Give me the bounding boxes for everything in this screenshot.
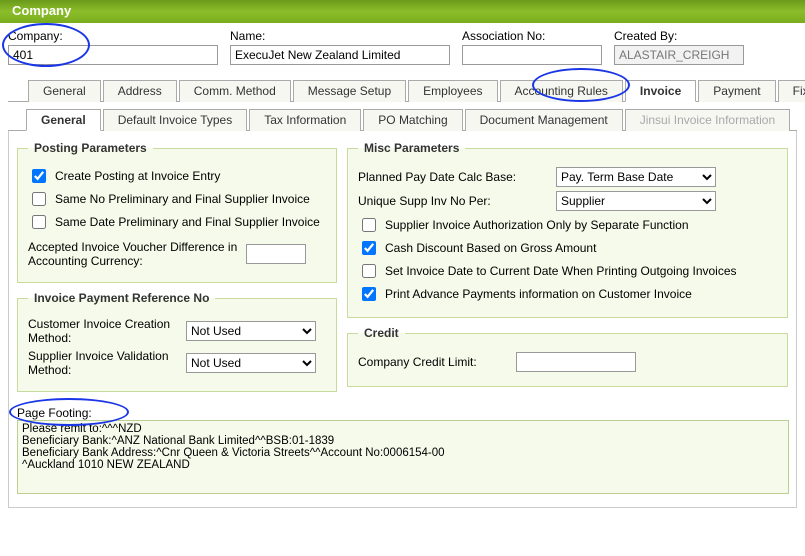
lbl-advance: Print Advance Payments information on Cu… (385, 287, 692, 301)
posting-parameters-legend: Posting Parameters (28, 141, 153, 155)
tab-fixed-assets[interactable]: Fixed Assets (778, 80, 805, 102)
lbl-cust-method: Customer Invoice Creation Method: (28, 317, 178, 345)
subtab-jinsui: Jinsui Invoice Information (625, 109, 790, 131)
name-label: Name: (230, 29, 450, 43)
tab-employees[interactable]: Employees (408, 80, 497, 102)
input-accepted-diff[interactable] (246, 244, 306, 264)
invoice-ref-group: Invoice Payment Reference No Customer In… (17, 291, 337, 392)
chk-auth[interactable] (362, 218, 376, 232)
chk-same-no[interactable] (32, 192, 46, 206)
lbl-same-date: Same Date Preliminary and Final Supplier… (55, 215, 320, 229)
created-by-label: Created By: (614, 29, 744, 43)
invoice-general-panel: Posting Parameters Create Posting at Inv… (8, 131, 797, 508)
select-planned-base[interactable]: Pay. Term Base Date (556, 167, 716, 187)
association-input[interactable] (462, 45, 602, 65)
tab-general[interactable]: General (28, 80, 101, 102)
chk-advance[interactable] (362, 287, 376, 301)
sub-tabstrip: General Default Invoice Types Tax Inform… (8, 108, 797, 131)
lbl-setdate: Set Invoice Date to Current Date When Pr… (385, 264, 737, 278)
tab-invoice[interactable]: Invoice (625, 80, 696, 102)
chk-cash[interactable] (362, 241, 376, 255)
chk-create-posting[interactable] (32, 169, 46, 183)
lbl-credit-limit: Company Credit Limit: (358, 355, 508, 369)
tab-accounting-rules[interactable]: Accounting Rules (500, 80, 623, 102)
lbl-cash: Cash Discount Based on Gross Amount (385, 241, 596, 255)
tab-comm-method[interactable]: Comm. Method (179, 80, 291, 102)
posting-parameters-group: Posting Parameters Create Posting at Inv… (17, 141, 337, 283)
subtab-po-matching[interactable]: PO Matching (363, 109, 462, 131)
select-cust-method[interactable]: Not Used (186, 321, 316, 341)
lbl-accepted-diff: Accepted Invoice Voucher Difference in A… (28, 240, 238, 268)
select-unique-per[interactable]: Supplier (556, 191, 716, 211)
page-footing-textarea[interactable] (17, 420, 789, 494)
window-title: Company (0, 0, 805, 23)
association-label: Association No: (462, 29, 602, 43)
company-label: Company: (8, 29, 218, 43)
name-input[interactable] (230, 45, 450, 65)
subtab-tax-information[interactable]: Tax Information (249, 109, 361, 131)
created-by-input (614, 45, 744, 65)
lbl-supp-method: Supplier Invoice Validation Method: (28, 349, 178, 377)
page-footing-label: Page Footing: (17, 406, 92, 420)
misc-parameters-legend: Misc Parameters (358, 141, 465, 155)
main-tabstrip: General Address Comm. Method Message Set… (8, 79, 797, 102)
tab-message-setup[interactable]: Message Setup (293, 80, 406, 102)
chk-same-date[interactable] (32, 215, 46, 229)
credit-group: Credit Company Credit Limit: (347, 326, 788, 387)
misc-parameters-group: Misc Parameters Planned Pay Date Calc Ba… (347, 141, 788, 318)
credit-legend: Credit (358, 326, 405, 340)
lbl-create-posting: Create Posting at Invoice Entry (55, 169, 220, 183)
tab-payment[interactable]: Payment (698, 80, 775, 102)
lbl-auth: Supplier Invoice Authorization Only by S… (385, 218, 689, 232)
invoice-ref-legend: Invoice Payment Reference No (28, 291, 215, 305)
lbl-unique-per: Unique Supp Inv No Per: (358, 194, 548, 208)
company-input[interactable] (8, 45, 218, 65)
subtab-default-invoice-types[interactable]: Default Invoice Types (103, 109, 248, 131)
subtab-document-management[interactable]: Document Management (465, 109, 623, 131)
chk-setdate[interactable] (362, 264, 376, 278)
lbl-planned-base: Planned Pay Date Calc Base: (358, 170, 548, 184)
select-supp-method[interactable]: Not Used (186, 353, 316, 373)
input-credit-limit[interactable] (516, 352, 636, 372)
subtab-general[interactable]: General (26, 109, 101, 131)
tab-address[interactable]: Address (103, 80, 177, 102)
lbl-same-no: Same No Preliminary and Final Supplier I… (55, 192, 310, 206)
